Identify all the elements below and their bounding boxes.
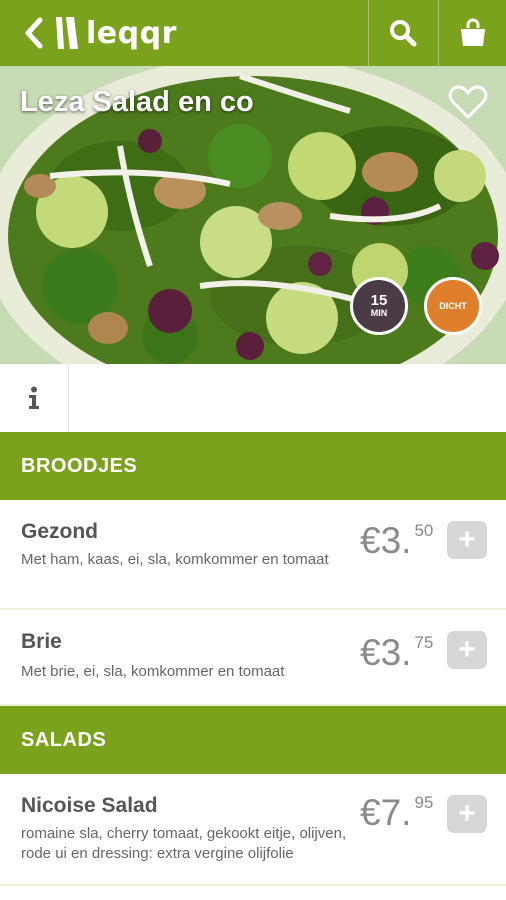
- price-cents: 95: [414, 792, 434, 812]
- menu-item[interactable]: Nicoise Salad romaine sla, cherry tomaat…: [0, 774, 506, 886]
- delivery-time-badge: 15 MIN: [350, 277, 408, 335]
- info-icon: [29, 386, 39, 409]
- status-badge: DICHT: [424, 277, 482, 335]
- top-bar: leqqr: [0, 0, 506, 66]
- favorite-button[interactable]: [448, 84, 488, 120]
- item-price: €3. 75: [360, 632, 433, 674]
- price-main: €3.: [360, 632, 412, 673]
- tab-info[interactable]: [0, 364, 69, 432]
- menu-item[interactable]: Gezond Met ham, kaas, ei, sla, komkommer…: [0, 500, 506, 610]
- status-label: DICHT: [439, 300, 467, 311]
- back-button[interactable]: [22, 16, 46, 50]
- search-icon: [390, 20, 417, 47]
- delivery-time-unit: MIN: [370, 308, 388, 318]
- delivery-time-value: 15: [370, 292, 388, 309]
- item-description: romaine sla, cherry tomaat, gekookt eitj…: [21, 825, 347, 862]
- price-main: €7.: [360, 792, 412, 833]
- cart-button[interactable]: [438, 0, 506, 66]
- heart-icon: [448, 85, 488, 119]
- item-name: Nicoise Salad: [21, 794, 158, 817]
- price-cents: 50: [414, 520, 434, 540]
- leqqr-logo-icon: [56, 17, 78, 49]
- restaurant-name: Leza Salad en co: [20, 86, 254, 118]
- brand-name: leqqr: [86, 15, 177, 51]
- chevron-left-icon: [25, 17, 43, 49]
- item-description: Met ham, kaas, ei, sla, komkommer en tom…: [21, 551, 329, 568]
- item-description: Met brie, ei, sla, komkommer en tomaat: [21, 663, 285, 680]
- menu-item[interactable]: Brie Met brie, ei, sla, komkommer en tom…: [0, 610, 506, 706]
- price-cents: 75: [414, 632, 434, 652]
- tab-bar: [0, 364, 506, 433]
- item-price: €7. 95: [360, 792, 433, 834]
- item-name: Brie: [21, 630, 62, 653]
- section-header-broodjes: BROODJES: [0, 432, 506, 500]
- add-to-cart-button[interactable]: +: [447, 795, 487, 833]
- item-price: €3. 50: [360, 520, 433, 562]
- price-main: €3.: [360, 520, 412, 561]
- section-header-salads: SALADS: [0, 706, 506, 774]
- shopping-bag-icon: [461, 18, 485, 46]
- search-button[interactable]: [368, 0, 437, 66]
- add-to-cart-button[interactable]: +: [447, 631, 487, 669]
- add-to-cart-button[interactable]: +: [447, 521, 487, 559]
- brand-logo[interactable]: leqqr: [52, 10, 177, 56]
- item-name: Gezond: [21, 520, 98, 543]
